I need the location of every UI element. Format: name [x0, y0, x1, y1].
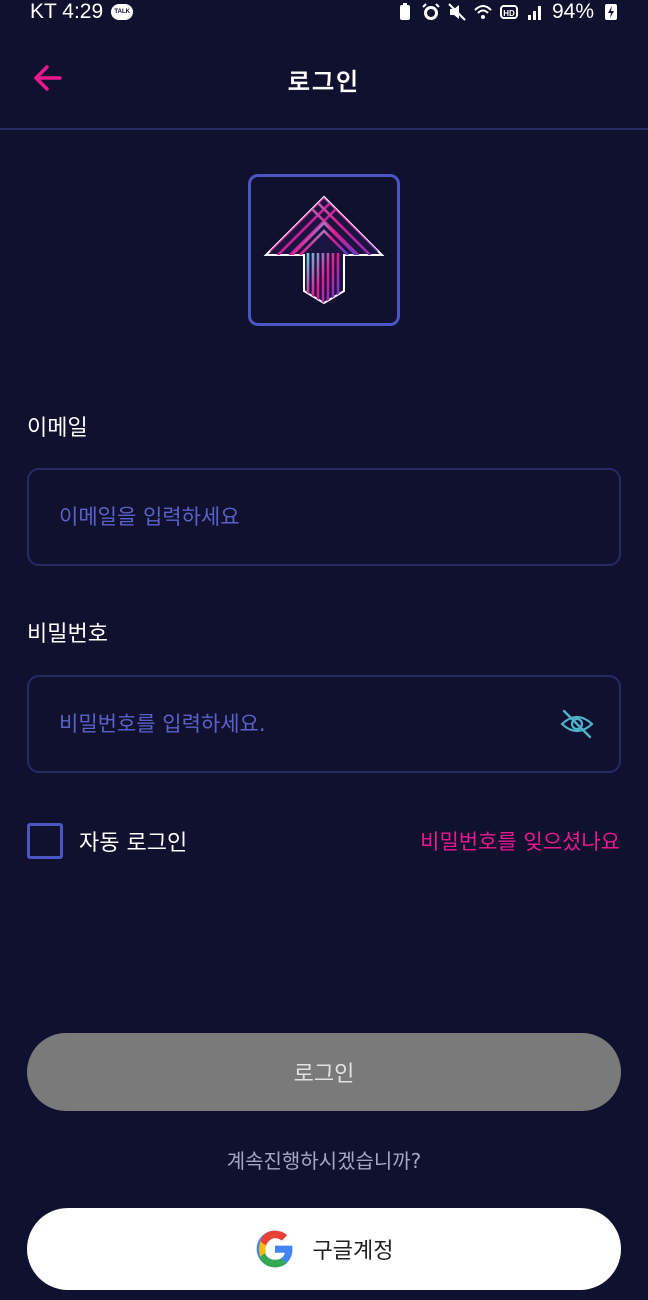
password-label: 비밀번호 — [27, 622, 108, 647]
app-header: 로그인 — [0, 40, 648, 130]
up-arrow-logo-icon — [263, 195, 385, 305]
carrier-time: KT 4:29 — [30, 0, 104, 23]
talk-notification-icon: TALK — [111, 4, 134, 20]
password-field-container — [27, 675, 621, 773]
email-input[interactable] — [59, 505, 619, 529]
page-title: 로그인 — [287, 68, 361, 96]
auto-login-row[interactable]: 자동 로그인 — [27, 823, 187, 859]
hd-icon: HD — [499, 3, 518, 21]
continue-prompt: 계속진행하시겠습니까? — [226, 1149, 422, 1173]
alarm-icon — [422, 3, 440, 21]
google-button-label: 구글계정 — [312, 1239, 394, 1264]
auto-login-checkbox[interactable] — [27, 823, 63, 859]
google-g-icon — [256, 1230, 293, 1268]
auto-login-label: 자동 로그인 — [79, 831, 188, 856]
password-input[interactable] — [59, 712, 557, 736]
email-label: 이메일 — [27, 416, 88, 441]
status-right: HD 94% — [396, 0, 620, 24]
google-login-button[interactable]: 구글계정 — [27, 1208, 621, 1290]
charging-icon — [602, 3, 620, 21]
mute-icon — [448, 3, 466, 21]
password-visibility-toggle[interactable] — [557, 704, 597, 744]
forgot-password-link[interactable]: 비밀번호를 잊으셨나요 — [420, 826, 620, 856]
email-field-container — [27, 468, 621, 566]
battery-saver-icon — [396, 3, 414, 21]
login-button[interactable]: 로그인 — [27, 1033, 621, 1111]
svg-text:HD: HD — [503, 9, 515, 18]
status-bar: KT 4:29 TALK HD 94% — [0, 0, 648, 24]
status-left: KT 4:29 TALK — [30, 0, 134, 24]
login-screen: KT 4:29 TALK HD 94% 로그인 이메일 이메일을 입력하세요 비… — [0, 0, 648, 1300]
wifi-icon — [474, 3, 492, 21]
signal-icon — [526, 3, 544, 21]
eye-off-icon — [560, 709, 594, 739]
battery-percent: 94% — [551, 0, 594, 23]
app-logo — [248, 174, 400, 326]
